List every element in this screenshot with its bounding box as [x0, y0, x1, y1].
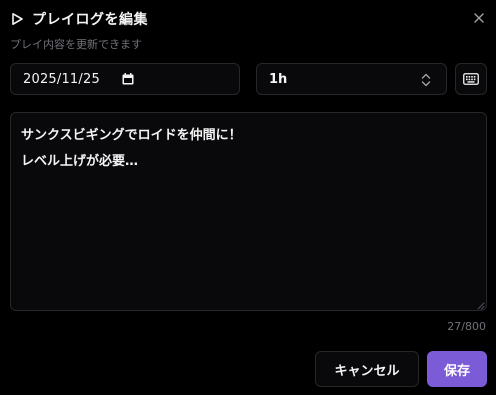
resize-handle-icon[interactable]	[477, 302, 485, 310]
duration-select[interactable]: 1h	[256, 63, 447, 95]
dialog-title: プレイログを編集	[32, 12, 148, 28]
play-icon	[10, 12, 24, 26]
edit-playlog-dialog: プレイログを編集 プレイ内容を更新できます 2025/11/25 1h サンクス…	[0, 0, 496, 395]
date-value: 2025/11/25	[23, 71, 100, 87]
calendar-icon[interactable]	[121, 72, 135, 86]
save-button[interactable]: 保存	[427, 351, 487, 387]
dialog-header: プレイログを編集	[10, 10, 148, 28]
cancel-button[interactable]: キャンセル	[315, 351, 419, 387]
keyboard-input-button[interactable]	[455, 63, 487, 95]
chevron-updown-icon	[420, 72, 432, 88]
dialog-subtitle: プレイ内容を更新できます	[10, 38, 142, 51]
close-icon	[474, 13, 484, 23]
close-button[interactable]	[470, 9, 488, 27]
memo-textarea[interactable]: サンクスビギングでロイドを仲間に！ レベル上げが必要…	[10, 112, 487, 311]
character-counter: 27/800	[447, 320, 486, 333]
keyboard-icon	[463, 73, 479, 85]
date-input[interactable]: 2025/11/25	[10, 63, 240, 95]
duration-value: 1h	[269, 71, 288, 87]
